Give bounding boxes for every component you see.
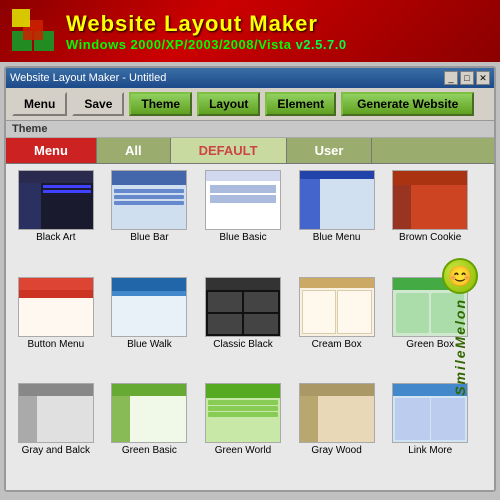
window-controls: _ □ ✕ [444,71,490,85]
version-label: v2.5.7.0 [296,37,347,52]
theme-item-button-menu[interactable]: Button Menu [12,277,100,378]
theme-grid: Black Art Blue Bar [12,170,488,484]
theme-thumb-blue-basic [205,170,281,230]
tab-default[interactable]: DEFAULT [171,138,287,163]
app-title: Website Layout Maker [66,11,347,37]
theme-item-blue-bar[interactable]: Blue Bar [106,170,194,271]
theme-thumb-classic-black [205,277,281,337]
theme-grid-area: Black Art Blue Bar [6,164,494,490]
theme-item-link-more[interactable]: Link More [386,383,474,484]
theme-item-blue-walk[interactable]: Blue Walk [106,277,194,378]
theme-item-cream-box[interactable]: Cream Box [293,277,381,378]
theme-thumb-gray-back [18,383,94,443]
theme-item-classic-black[interactable]: Classic Black [199,277,287,378]
generate-button[interactable]: Generate Website [341,92,474,116]
theme-name-gray-back: Gray and Balck [22,445,90,456]
theme-thumb-link-more [392,383,468,443]
theme-thumb-brown-cookie [392,170,468,230]
theme-name-blue-bar: Blue Bar [130,232,168,243]
theme-name-blue-basic: Blue Basic [219,232,266,243]
theme-name-green-basic: Green Basic [122,445,177,456]
app-logo-icon [12,9,56,53]
theme-thumb-blue-menu [299,170,375,230]
header-text: Website Layout Maker Windows 2000/XP/200… [66,11,347,52]
theme-item-gray-wood[interactable]: Gray Wood [293,383,381,484]
maximize-button[interactable]: □ [460,71,474,85]
window-titlebar: Website Layout Maker - Untitled _ □ ✕ [6,68,494,88]
save-button[interactable]: Save [72,92,124,116]
element-button[interactable]: Element [265,92,336,116]
theme-thumb-gray-wood [299,383,375,443]
theme-name-green-world: Green World [215,445,272,456]
theme-thumb-green-world [205,383,281,443]
theme-item-green-basic[interactable]: Green Basic [106,383,194,484]
theme-name-blue-walk: Blue Walk [127,339,172,350]
main-window: Website Layout Maker - Untitled _ □ ✕ Me… [4,66,496,492]
theme-thumb-cream-box [299,277,375,337]
app-header: Website Layout Maker Windows 2000/XP/200… [0,0,500,62]
theme-thumb-black-art [18,170,94,230]
theme-name-button-menu: Button Menu [27,339,84,350]
theme-thumb-button-menu [18,277,94,337]
theme-item-gray-back[interactable]: Gray and Balck [12,383,100,484]
theme-name-link-more: Link More [408,445,452,456]
theme-name-classic-black: Classic Black [213,339,272,350]
theme-thumb-green-basic [111,383,187,443]
tab-user[interactable]: User [287,138,373,163]
toolbar: Menu Save Theme Layout Element Generate … [6,88,494,121]
theme-name-blue-menu: Blue Menu [313,232,361,243]
tab-row: Menu All DEFAULT User [6,138,494,164]
menu-button[interactable]: Menu [12,92,67,116]
tab-menu[interactable]: Menu [6,138,97,163]
theme-name-gray-wood: Gray Wood [311,445,361,456]
theme-item-green-box[interactable]: Green Box [386,277,474,378]
theme-item-black-art[interactable]: Black Art [12,170,100,271]
close-button[interactable]: ✕ [476,71,490,85]
minimize-button[interactable]: _ [444,71,458,85]
layout-button[interactable]: Layout [197,92,260,116]
theme-thumb-blue-bar [111,170,187,230]
theme-item-brown-cookie[interactable]: Brown Cookie [386,170,474,271]
tab-all[interactable]: All [97,138,171,163]
window-title: Website Layout Maker - Untitled [10,72,166,84]
theme-thumb-green-box [392,277,468,337]
theme-item-blue-basic[interactable]: Blue Basic [199,170,287,271]
theme-thumb-blue-walk [111,277,187,337]
theme-name-brown-cookie: Brown Cookie [399,232,461,243]
app-subtitle: Windows 2000/XP/2003/2008/Vista v2.5.7.0 [66,37,347,52]
section-label: Theme [6,121,494,138]
theme-button[interactable]: Theme [129,92,192,116]
theme-name-green-box: Green Box [406,339,454,350]
theme-name-black-art: Black Art [36,232,75,243]
theme-name-cream-box: Cream Box [312,339,362,350]
theme-item-blue-menu[interactable]: Blue Menu [293,170,381,271]
theme-item-green-world[interactable]: Green World [199,383,287,484]
